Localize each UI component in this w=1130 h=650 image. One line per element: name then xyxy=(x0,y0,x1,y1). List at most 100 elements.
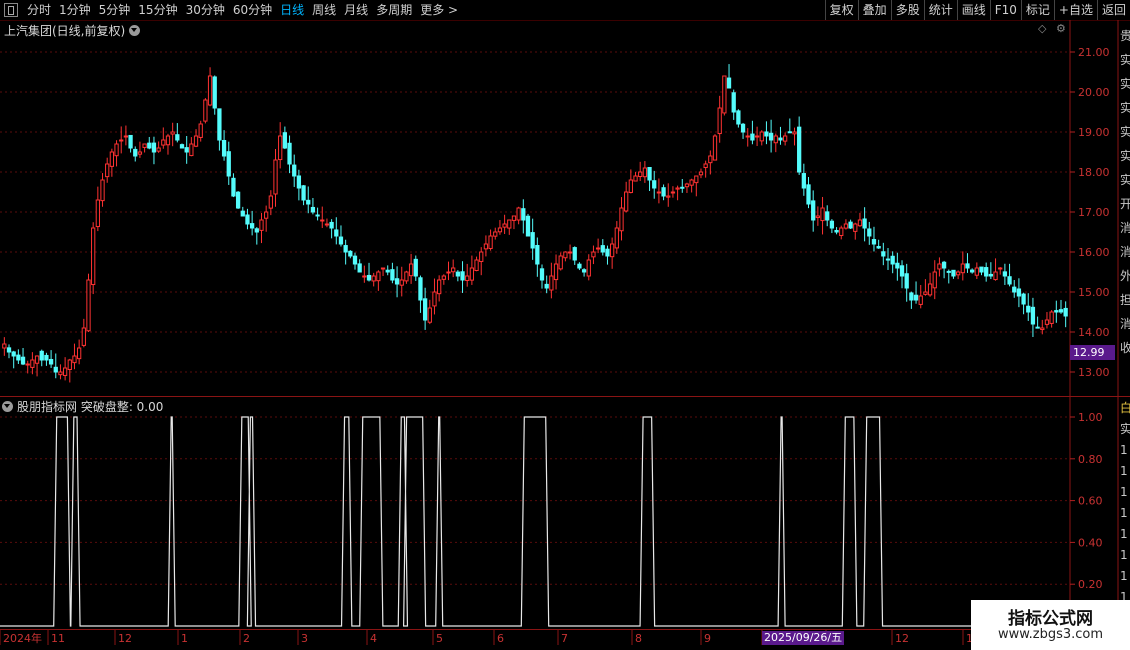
side-glyph: 实 xyxy=(1120,148,1130,163)
candle-body xyxy=(460,271,465,281)
candle-body xyxy=(820,207,825,222)
side-glyph: 实 xyxy=(1120,76,1130,91)
candle-body xyxy=(970,269,975,273)
candle-body xyxy=(105,163,110,178)
side-glyph: 消 xyxy=(1120,221,1130,235)
candle-body xyxy=(231,177,236,197)
candle-body xyxy=(390,269,395,281)
x-tick-label: 8 xyxy=(635,632,642,645)
candle-body xyxy=(1012,286,1017,293)
candle-body xyxy=(418,277,423,301)
candle-body xyxy=(217,108,222,141)
candle-body xyxy=(670,191,676,194)
candle-body xyxy=(212,76,217,109)
candle-body xyxy=(591,251,596,258)
chart-canvas: 21.0020.0019.0018.0017.0016.0015.0014.00… xyxy=(0,20,1130,650)
x-tick-label: 6 xyxy=(497,632,504,645)
candle-body xyxy=(133,148,138,157)
x-tick-label: 12 xyxy=(895,632,909,645)
candle-body xyxy=(249,223,255,229)
candle-body xyxy=(1054,310,1059,313)
price-tick-label: 15.00 xyxy=(1078,286,1110,299)
candle-body xyxy=(235,191,241,209)
candle-body xyxy=(511,215,517,221)
watermark: 指标公式网 www.zbgs3.com xyxy=(971,600,1130,650)
side-glyph: 贵 xyxy=(1120,29,1130,43)
candle-body xyxy=(338,236,344,245)
candle-body xyxy=(278,135,283,161)
indicator-title[interactable]: 股朋指标网 突破盘整: 0.00 xyxy=(2,398,163,415)
candle-body xyxy=(1026,305,1031,313)
candle-body xyxy=(895,262,900,269)
candle-body xyxy=(736,110,741,125)
candle-body xyxy=(310,206,316,213)
candle-body xyxy=(432,291,437,307)
candle-body xyxy=(1049,311,1054,324)
chevron-down-icon[interactable] xyxy=(2,401,13,412)
x-tick-label: 5 xyxy=(436,632,443,645)
candle-body xyxy=(292,164,297,177)
candle-body xyxy=(717,107,722,135)
candle-body xyxy=(525,215,531,237)
candle-body xyxy=(334,229,339,237)
candle-body xyxy=(30,359,35,368)
candle-body xyxy=(806,184,811,205)
candle-body xyxy=(175,134,180,141)
x-tick-label: 7 xyxy=(561,632,568,645)
candle-body xyxy=(544,283,549,289)
candle-body xyxy=(792,131,797,135)
candle-body xyxy=(581,269,587,273)
candle-body xyxy=(320,219,325,222)
candle-body xyxy=(296,175,302,189)
candle-body xyxy=(62,367,68,376)
side-glyph: 1 xyxy=(1120,548,1128,562)
candle-body xyxy=(1035,326,1040,329)
candle-body xyxy=(558,255,563,270)
candle-body xyxy=(680,186,685,189)
candle-body xyxy=(371,275,376,282)
candle-body xyxy=(1002,271,1008,277)
candle-body xyxy=(782,135,788,142)
indicator-title-text: 股朋指标网 突破盘整: 0.00 xyxy=(17,400,164,414)
side-glyph: 1 xyxy=(1120,506,1128,520)
x-tick-label: 9 xyxy=(704,632,711,645)
candle-body xyxy=(871,239,877,245)
candle-body xyxy=(399,279,404,286)
candle-body xyxy=(825,211,830,221)
candle-body xyxy=(268,195,273,209)
candle-body xyxy=(67,359,72,370)
candle-body xyxy=(315,214,320,217)
candle-body xyxy=(53,366,58,373)
candle-body xyxy=(11,351,16,357)
candle-body xyxy=(549,275,554,291)
candle-body xyxy=(740,123,746,133)
candle-body xyxy=(488,235,493,249)
x-tick-label: 2 xyxy=(243,632,250,645)
candle-body xyxy=(455,271,460,277)
side-glyph: 外 xyxy=(1120,269,1130,283)
candle-body xyxy=(437,279,442,295)
price-tick-label: 16.00 xyxy=(1078,246,1110,259)
candle-body xyxy=(413,258,418,277)
candle-body xyxy=(137,151,143,155)
candle-body xyxy=(77,347,82,360)
candle-body xyxy=(778,137,783,141)
candle-body xyxy=(937,263,942,270)
watermark-line1: 指标公式网 xyxy=(1008,609,1093,629)
candle-body xyxy=(563,251,568,259)
highlight-date-tag: 2025/09/26/五 xyxy=(762,631,845,645)
side-glyph: 1 xyxy=(1120,527,1128,541)
candle-body xyxy=(91,227,96,286)
side-glyph: 实 xyxy=(1120,172,1130,187)
candle-body xyxy=(147,142,152,149)
candle-body xyxy=(1030,306,1036,325)
candle-body xyxy=(352,255,358,265)
candle-body xyxy=(965,263,970,269)
candle-body xyxy=(694,175,699,184)
watermark-line2: www.zbgs3.com xyxy=(997,627,1104,642)
candle-body xyxy=(474,259,479,272)
candle-body xyxy=(684,183,690,188)
candle-body xyxy=(974,267,979,276)
candle-body xyxy=(960,263,965,274)
candle-body xyxy=(240,210,245,217)
